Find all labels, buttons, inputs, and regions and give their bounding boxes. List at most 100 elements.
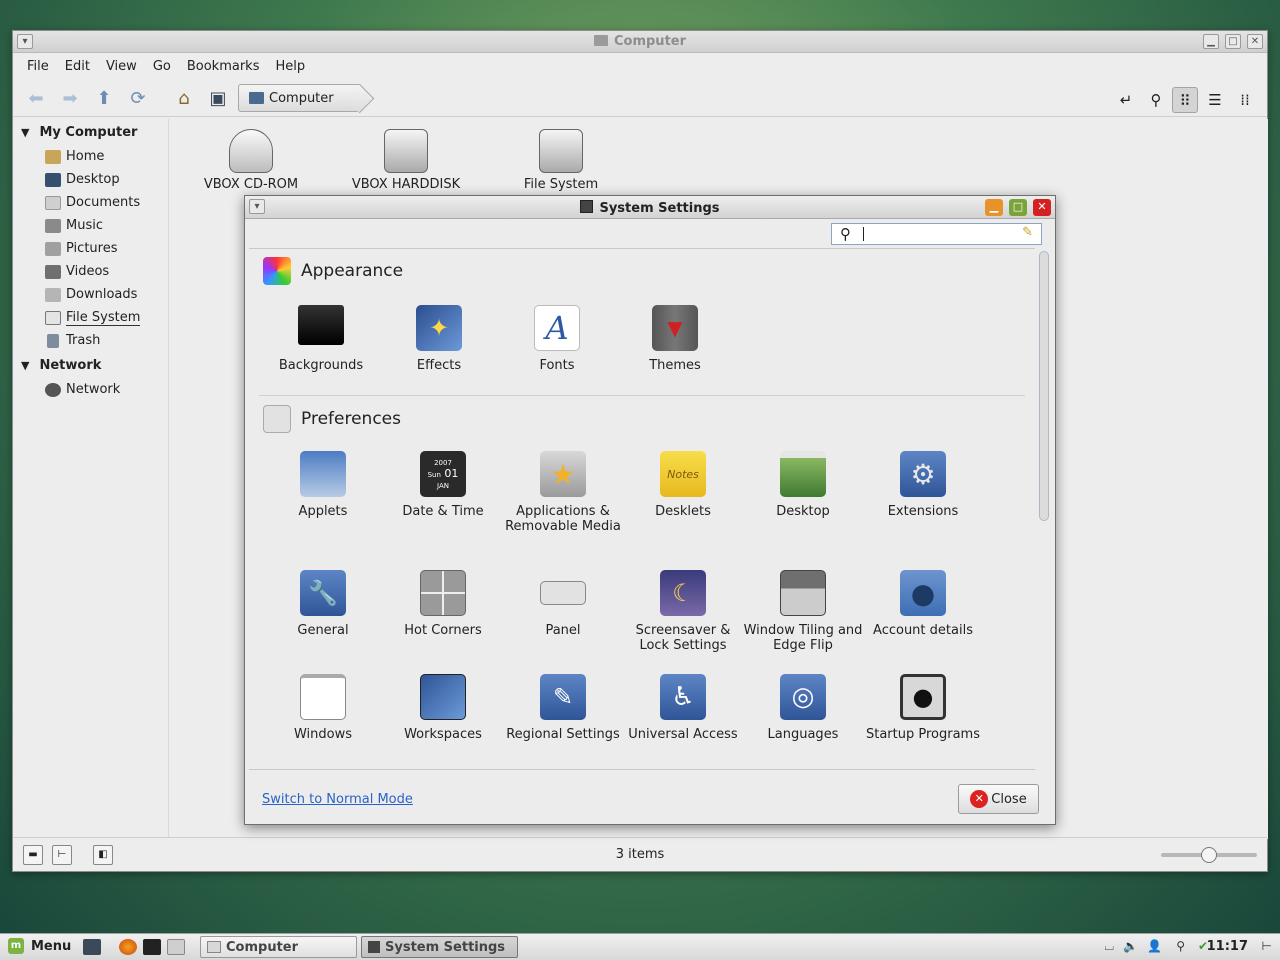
drive-label: VBOX HARDDISK [351, 177, 461, 192]
minimize-button[interactable]: ▁ [1203, 34, 1219, 49]
firefox-icon[interactable] [119, 939, 137, 955]
close-window-button[interactable]: ✕ [1247, 34, 1263, 49]
sidebar-item-home[interactable]: Home [13, 145, 167, 168]
network-icon[interactable]: ⚲ [1176, 939, 1185, 953]
settings-item-general[interactable]: 🔧 General [263, 570, 383, 638]
toggle-location-icon[interactable]: ↵ [1113, 87, 1139, 113]
settings-titlebar[interactable]: ▾ System Settings ▁ □ ✕ [245, 196, 1055, 219]
keyboard-icon[interactable]: ⌴ [1104, 939, 1114, 954]
menu-go[interactable]: Go [145, 59, 179, 74]
close-button[interactable]: ✕ Close [958, 784, 1039, 814]
settings-item-backgrounds[interactable]: Backgrounds [261, 305, 381, 373]
sidebar-item-desktop[interactable]: Desktop [13, 168, 167, 191]
settings-item-desktop[interactable]: Desktop [743, 451, 863, 519]
terminal-icon[interactable] [143, 939, 161, 955]
settings-item-account-details[interactable]: ● Account details [863, 570, 983, 638]
up-arrow-icon[interactable]: ⬆ [93, 88, 115, 110]
clock[interactable]: 11:17 [1207, 939, 1248, 954]
music-icon [45, 218, 61, 233]
minimize-button[interactable]: ▁ [985, 199, 1003, 216]
settings-item-desklets[interactable]: Notes Desklets [623, 451, 743, 519]
drive-item[interactable]: VBOX HARDDISK [336, 129, 476, 192]
folder-icon [45, 195, 61, 210]
file-manager-titlebar[interactable]: ▾ Computer ▁ □ ✕ [13, 31, 1267, 53]
settings-item-themes[interactable]: ▼ Themes [615, 305, 735, 373]
settings-item-startup-programs[interactable]: ● Startup Programs [863, 674, 983, 742]
settings-item-window-tiling[interactable]: Window Tiling and Edge Flip [743, 570, 863, 653]
moon-icon: ☾ [660, 570, 706, 616]
volume-icon[interactable]: 🔈 [1123, 939, 1138, 953]
settings-item-hot-corners[interactable]: Hot Corners [383, 570, 503, 638]
settings-item-universal-access[interactable]: ♿ Universal Access [623, 674, 743, 742]
show-desktop-icon[interactable] [83, 939, 101, 955]
search-icon[interactable]: ⚲ [1143, 87, 1169, 113]
zoom-slider[interactable] [1161, 847, 1257, 863]
zoom-slider-handle[interactable] [1201, 847, 1217, 863]
reload-icon[interactable]: ⟳ [127, 88, 149, 110]
search-input[interactable]: ⚲ ✎ [831, 223, 1042, 245]
settings-item-workspaces[interactable]: Workspaces [383, 674, 503, 742]
menu-bookmarks[interactable]: Bookmarks [179, 59, 268, 74]
user-applet-icon[interactable]: ⊢ [1262, 939, 1272, 953]
sidebar-item-documents[interactable]: Documents [13, 191, 167, 214]
settings-item-panel[interactable]: Panel [503, 570, 623, 638]
home-icon[interactable]: ⌂ [173, 88, 195, 110]
sidebar-item-videos[interactable]: Videos [13, 260, 167, 283]
sidebar-section-my-computer[interactable]: ▼ My Computer [13, 119, 167, 145]
settings-item-fonts[interactable]: A Fonts [497, 305, 617, 373]
compact-view-button[interactable]: ⁞⁞ [1232, 87, 1258, 113]
scrollbar[interactable] [1037, 249, 1051, 769]
settings-item-screensaver[interactable]: ☾ Screensaver & Lock Settings [623, 570, 743, 653]
computer-icon [593, 35, 608, 46]
sidebar-item-trash[interactable]: Trash [13, 329, 167, 352]
settings-footer: Switch to Normal Mode ✕ Close [245, 772, 1055, 824]
chevron-down-icon[interactable]: ▼ [21, 359, 29, 372]
menu-edit[interactable]: Edit [57, 59, 98, 74]
settings-item-effects[interactable]: ✦ Effects [379, 305, 499, 373]
settings-item-label: Applications & Removable Media [505, 504, 621, 534]
drive-item[interactable]: VBOX CD-ROM [181, 129, 321, 192]
clear-icon[interactable]: ✎ [1022, 225, 1033, 240]
breadcrumb[interactable]: Computer [238, 84, 359, 112]
sidebar-item-pictures[interactable]: Pictures [13, 237, 167, 260]
maximize-button[interactable]: □ [1225, 34, 1241, 49]
close-window-button[interactable]: ✕ [1033, 199, 1051, 216]
sidebar-section-network[interactable]: ▼ Network [13, 352, 167, 378]
user-icon[interactable]: 👤 [1147, 939, 1162, 953]
section-title: Appearance [301, 261, 404, 281]
sidebar-item-music[interactable]: Music [13, 214, 167, 237]
back-arrow-icon[interactable]: ⬅ [25, 88, 47, 110]
settings-item-languages[interactable]: ◎ Languages [743, 674, 863, 742]
icon-view-button[interactable]: ⠿ [1172, 87, 1198, 113]
scrollbar-thumb[interactable] [1039, 251, 1049, 521]
settings-item-regional-settings[interactable]: ✎ Regional Settings [503, 674, 623, 742]
settings-item-windows[interactable]: Windows [263, 674, 383, 742]
menu-view[interactable]: View [98, 59, 145, 74]
files-icon[interactable] [167, 939, 185, 955]
settings-title: System Settings [245, 200, 1055, 216]
task-system-settings[interactable]: System Settings [361, 936, 518, 958]
maximize-button[interactable]: □ [1009, 199, 1027, 216]
drive-item[interactable]: File System [491, 129, 631, 192]
settings-item-extensions[interactable]: ⚙ Extensions [863, 451, 983, 519]
settings-item-applications-removable-media[interactable]: ★ Applications & Removable Media [503, 451, 623, 534]
menu-help[interactable]: Help [267, 59, 313, 74]
sidebar-item-file-system[interactable]: File System [13, 306, 167, 329]
chevron-down-icon[interactable]: ▼ [21, 126, 29, 139]
settings-item-label: Extensions [887, 504, 959, 519]
settings-item-applets[interactable]: Applets [263, 451, 383, 519]
search-icon: ⚲ [840, 225, 851, 243]
task-computer[interactable]: Computer [200, 936, 357, 958]
settings-item-date-time[interactable]: 2007 Sun 01 JAN Date & Time [383, 451, 503, 519]
menu-file[interactable]: File [19, 59, 57, 74]
menu-button[interactable]: m Menu [8, 938, 71, 954]
sidebar-item-label: Documents [66, 195, 141, 210]
list-view-button[interactable]: ☰ [1202, 87, 1228, 113]
settings-item-label: Window Tiling and Edge Flip [743, 623, 863, 653]
sidebar-item-downloads[interactable]: Downloads [13, 283, 167, 306]
forward-arrow-icon[interactable]: ➡ [59, 88, 81, 110]
sidebar-item-label: Downloads [66, 287, 138, 302]
sidebar-item-network[interactable]: Network [13, 378, 167, 401]
computer-icon[interactable]: ▣ [207, 88, 229, 110]
switch-to-normal-mode-link[interactable]: Switch to Normal Mode [262, 792, 413, 807]
